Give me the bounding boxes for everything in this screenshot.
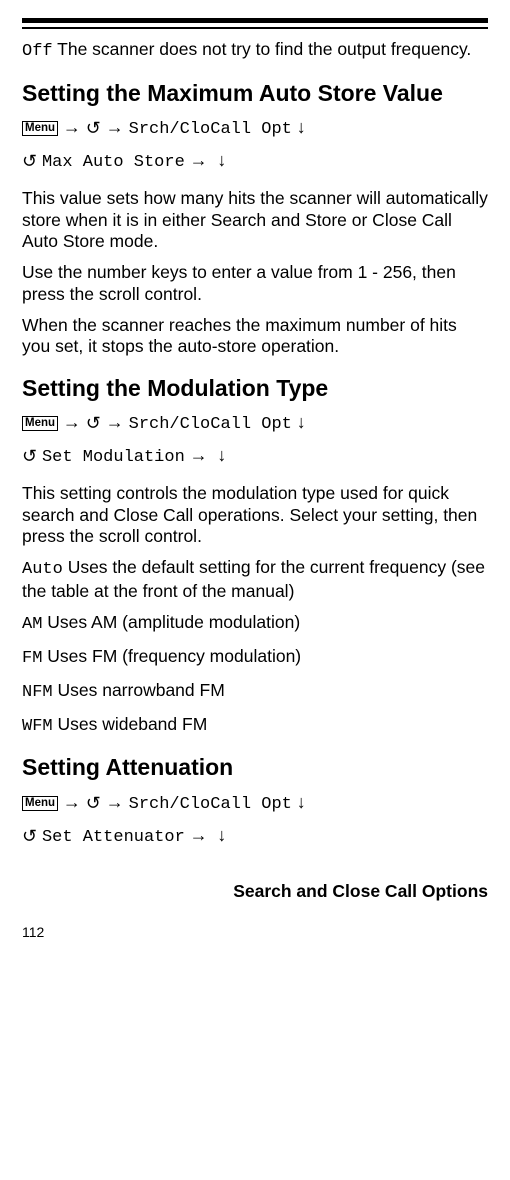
body-text: Use the number keys to enter a value fro… (22, 262, 488, 305)
label-am: AM (22, 615, 42, 634)
footer-title: Search and Close Call Options (22, 881, 488, 902)
menu-button-icon: Menu (22, 416, 58, 431)
label-auto: Auto (22, 560, 63, 579)
item-am: AM Uses AM (amplitude modulation) (22, 612, 488, 636)
scroll-icon: ↺ (22, 146, 37, 177)
scroll-icon: ↺ (86, 113, 101, 144)
arrow-right-icon: → (106, 787, 124, 818)
item-fm: FM Uses FM (frequency modulation) (22, 646, 488, 670)
item-off: Off The scanner does not try to find the… (22, 39, 488, 63)
arrow-right-icon: → (63, 112, 81, 143)
document-page: Off The scanner does not try to find the… (0, 0, 510, 950)
arrow-right-icon: → (190, 440, 208, 471)
arrow-down-icon: ↓ (297, 407, 306, 438)
body-text: This setting controls the modulation typ… (22, 483, 488, 547)
arrow-down-icon: ↓ (217, 145, 226, 176)
nav-path-1: Menu → ↺ → Srch/CloCall Opt ↓ ↺ Max Auto… (22, 112, 488, 178)
nav-text: Max Auto Store (42, 153, 185, 172)
label-nfm: NFM (22, 683, 53, 702)
arrow-down-icon: ↓ (217, 820, 226, 851)
arrow-right-icon: → (63, 407, 81, 438)
arrow-right-icon: → (190, 145, 208, 176)
text-wfm: Uses wideband FM (57, 714, 207, 734)
scroll-icon: ↺ (22, 441, 37, 472)
body-text: When the scanner reaches the maximum num… (22, 315, 488, 358)
label-wfm: WFM (22, 717, 53, 736)
nav-path-2: Menu → ↺ → Srch/CloCall Opt ↓ ↺ Set Modu… (22, 407, 488, 473)
nav-text: Srch/CloCall Opt (129, 120, 292, 139)
arrow-down-icon: ↓ (217, 440, 226, 471)
label-off: Off (22, 42, 53, 61)
item-wfm: WFM Uses wideband FM (22, 714, 488, 738)
menu-button-icon: Menu (22, 121, 58, 136)
nav-text: Srch/CloCall Opt (129, 415, 292, 434)
heading-modulation-type: Setting the Modulation Type (22, 376, 488, 402)
nav-path-3: Menu → ↺ → Srch/CloCall Opt ↓ ↺ Set Atte… (22, 787, 488, 853)
item-nfm: NFM Uses narrowband FM (22, 680, 488, 704)
page-number: 112 (22, 924, 488, 940)
item-auto: Auto Uses the default setting for the cu… (22, 557, 488, 602)
arrow-down-icon: ↓ (297, 112, 306, 143)
scroll-icon: ↺ (22, 821, 37, 852)
text-fm: Uses FM (frequency modulation) (47, 646, 301, 666)
text-nfm: Uses narrowband FM (57, 680, 224, 700)
text-am: Uses AM (amplitude modulation) (47, 612, 300, 632)
heading-attenuation: Setting Attenuation (22, 755, 488, 781)
text-auto: Uses the default setting for the current… (22, 557, 485, 601)
scroll-icon: ↺ (86, 788, 101, 819)
arrow-right-icon: → (63, 787, 81, 818)
menu-button-icon: Menu (22, 796, 58, 811)
arrow-right-icon: → (190, 820, 208, 851)
text-off: The scanner does not try to find the out… (57, 39, 471, 59)
arrow-right-icon: → (106, 407, 124, 438)
nav-text: Set Attenuator (42, 828, 185, 847)
body-text: This value sets how many hits the scanne… (22, 188, 488, 252)
nav-text: Set Modulation (42, 448, 185, 467)
label-fm: FM (22, 649, 42, 668)
arrow-right-icon: → (106, 112, 124, 143)
arrow-down-icon: ↓ (297, 787, 306, 818)
scroll-icon: ↺ (86, 408, 101, 439)
rule-thick (22, 18, 488, 23)
nav-text: Srch/CloCall Opt (129, 795, 292, 814)
heading-max-auto-store: Setting the Maximum Auto Store Value (22, 81, 488, 107)
rule-thin (22, 27, 488, 29)
